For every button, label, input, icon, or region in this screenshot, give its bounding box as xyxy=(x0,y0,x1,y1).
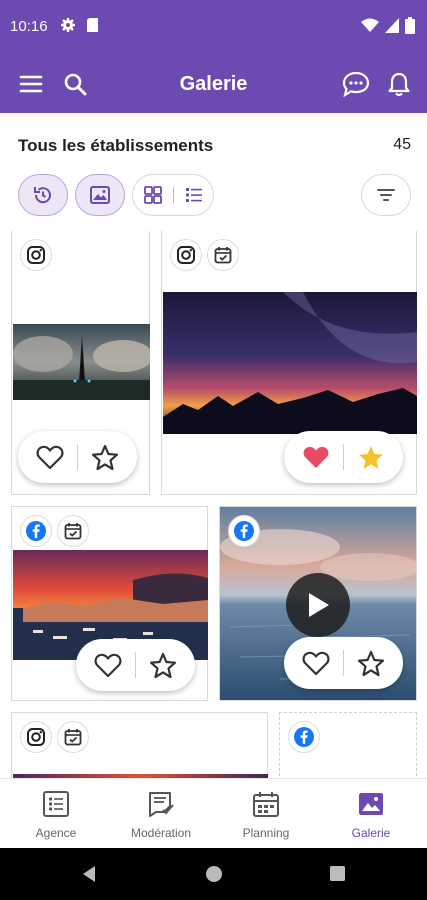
like-heart-icon[interactable] xyxy=(32,439,68,475)
status-time: 10:16 xyxy=(10,18,48,35)
like-heart-icon[interactable] xyxy=(90,647,126,683)
nav-label: Planning xyxy=(242,826,290,840)
calendar-icon xyxy=(253,792,279,817)
list-view-icon[interactable] xyxy=(184,185,204,205)
media-card[interactable] xyxy=(11,712,268,778)
system-navigation-bar xyxy=(0,848,427,900)
home-icon[interactable] xyxy=(205,865,223,883)
chat-icon[interactable] xyxy=(342,70,370,98)
favorite-star-icon[interactable] xyxy=(145,647,181,683)
establishments-title: Tous les établissements xyxy=(18,136,214,155)
image-filter-chip[interactable] xyxy=(75,174,125,216)
back-icon[interactable] xyxy=(80,865,98,883)
actions-divider xyxy=(342,650,344,676)
recent-apps-icon[interactable] xyxy=(329,865,346,882)
card-actions xyxy=(284,431,403,483)
gallery-header: Tous les établissements 45 xyxy=(0,113,427,231)
media-card[interactable] xyxy=(161,231,417,495)
nav-item-planning[interactable]: Planning xyxy=(213,779,319,849)
favorite-star-icon[interactable] xyxy=(353,645,389,681)
nav-item-moderation[interactable]: Modération xyxy=(108,779,214,849)
gallery-grid xyxy=(0,231,427,778)
scheduled-calendar-icon xyxy=(57,721,89,753)
card-actions xyxy=(18,431,137,483)
view-toggle-divider xyxy=(172,187,174,203)
nav-label: Modération xyxy=(130,826,192,840)
facebook-icon xyxy=(20,515,52,547)
history-filter-chip[interactable] xyxy=(18,174,68,216)
instagram-icon xyxy=(20,239,52,271)
media-card-placeholder[interactable] xyxy=(279,712,417,778)
filter-button[interactable] xyxy=(361,174,411,216)
image-icon xyxy=(90,186,110,204)
nav-label: Galerie xyxy=(351,826,391,840)
instagram-icon xyxy=(20,721,52,753)
nav-label: Agence xyxy=(35,826,77,840)
post-image xyxy=(13,324,150,400)
play-button[interactable] xyxy=(286,573,350,637)
wifi-icon xyxy=(361,18,379,32)
facebook-icon xyxy=(288,721,320,753)
sd-card-icon xyxy=(87,18,98,32)
grid-view-icon[interactable] xyxy=(143,185,163,205)
filter-icon xyxy=(377,189,395,201)
facebook-icon xyxy=(228,515,260,547)
battery-icon xyxy=(405,17,415,34)
history-icon xyxy=(34,187,51,204)
status-bar: 10:16 xyxy=(0,0,427,56)
notification-bell-icon[interactable] xyxy=(385,70,413,98)
favorite-star-icon[interactable] xyxy=(87,439,123,475)
nav-item-agence[interactable]: Agence xyxy=(3,779,109,849)
actions-divider xyxy=(134,652,136,678)
card-actions xyxy=(284,637,403,689)
moderation-icon xyxy=(149,792,174,817)
scheduled-calendar-icon xyxy=(57,515,89,547)
like-heart-icon[interactable] xyxy=(298,645,334,681)
bottom-navigation: Agence Modération Planning Galerie xyxy=(0,778,427,848)
nav-item-galerie[interactable]: Galerie xyxy=(318,779,424,849)
list-icon xyxy=(43,791,69,817)
post-image xyxy=(163,292,417,434)
settings-gear-icon xyxy=(61,18,75,32)
actions-divider xyxy=(342,444,344,470)
app-bar: Galerie xyxy=(0,56,427,113)
gallery-icon xyxy=(359,793,383,815)
play-icon xyxy=(309,593,329,617)
card-actions xyxy=(76,639,195,691)
view-mode-toggle[interactable] xyxy=(132,174,214,216)
media-count: 45 xyxy=(393,136,411,153)
media-card[interactable] xyxy=(11,506,208,701)
cell-signal-icon xyxy=(385,18,399,33)
media-card[interactable] xyxy=(11,231,150,495)
favorite-star-icon[interactable] xyxy=(353,439,389,475)
instagram-icon xyxy=(170,239,202,271)
like-heart-icon[interactable] xyxy=(298,439,334,475)
actions-divider xyxy=(76,444,78,470)
scheduled-calendar-icon xyxy=(207,239,239,271)
media-card[interactable] xyxy=(219,506,417,701)
